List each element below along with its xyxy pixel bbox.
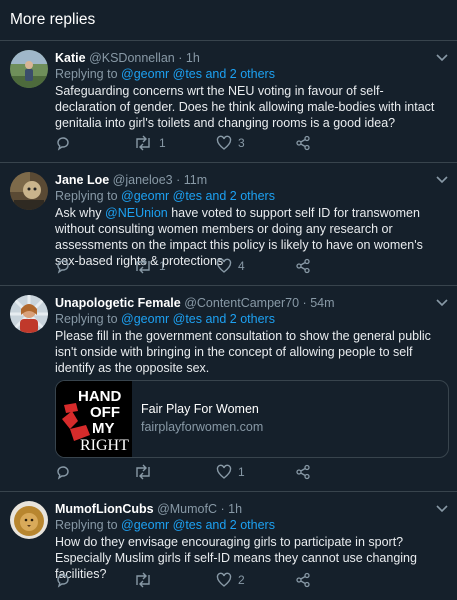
- heart-icon: [216, 464, 232, 479]
- share-icon: [296, 572, 310, 588]
- share-icon: [296, 135, 310, 151]
- replying-to-links[interactable]: @geomr @tes and 2 others: [121, 518, 275, 532]
- display-name[interactable]: Jane Loe: [55, 173, 109, 187]
- tweet-unapologetic-female[interactable]: Unapologetic Female @ContentCamper70 · 5…: [0, 286, 457, 492]
- retweet-count: 1: [159, 259, 166, 273]
- replying-to: Replying to @geomr @tes and 2 others: [55, 312, 275, 326]
- share-button[interactable]: [295, 135, 311, 151]
- timestamp[interactable]: 54m: [310, 296, 334, 310]
- reply-icon: [57, 260, 69, 274]
- link-preview-card[interactable]: HAND OFF MY RIGHT Fair Play For Women fa…: [55, 380, 449, 458]
- reply-button[interactable]: [55, 572, 71, 588]
- replying-to: Replying to @geomr @tes and 2 others: [55, 518, 275, 532]
- display-name[interactable]: Unapologetic Female: [55, 296, 181, 310]
- tweet-jane-loe[interactable]: Jane Loe @janeloe3 · 11m Replying to @ge…: [0, 163, 457, 286]
- tweet-text: Safeguarding concerns wrt the NEU voting…: [55, 84, 435, 130]
- share-button[interactable]: [295, 464, 311, 480]
- like-button[interactable]: 3: [216, 135, 245, 151]
- reply-button[interactable]: [55, 135, 71, 151]
- logo-line-4: RIGHT: [80, 437, 129, 454]
- heart-icon: [216, 258, 232, 273]
- timestamp[interactable]: 11m: [184, 173, 207, 187]
- header-title: More replies: [10, 11, 96, 28]
- heart-icon: [216, 572, 232, 587]
- replying-to-links[interactable]: @geomr @tes and 2 others: [121, 67, 275, 81]
- replying-to: Replying to @geomr @tes and 2 others: [55, 67, 275, 81]
- retweet-button[interactable]: 1: [133, 135, 166, 151]
- retweet-count: 1: [159, 136, 166, 150]
- mention-link[interactable]: @NEUnion: [105, 206, 168, 220]
- tweet-katie[interactable]: Katie @KSDonnellan · 1h Replying to @geo…: [0, 41, 457, 163]
- tweet-text: Please fill in the government consultati…: [55, 329, 431, 375]
- card-domain: fairplayforwomen.com: [141, 420, 264, 434]
- reply-icon: [57, 574, 69, 588]
- card-title: Fair Play For Women: [141, 402, 259, 416]
- like-count: 4: [238, 259, 245, 273]
- logo-line-1: HAND: [78, 388, 121, 405]
- like-button[interactable]: 1: [216, 464, 245, 480]
- heart-icon: [216, 135, 232, 150]
- like-button[interactable]: 4: [216, 258, 245, 274]
- retweet-icon: [136, 258, 150, 274]
- share-icon: [296, 464, 310, 480]
- retweet-icon: [136, 572, 150, 588]
- tweet-meta: Unapologetic Female @ContentCamper70 · 5…: [55, 296, 335, 310]
- lion-avatar[interactable]: [10, 501, 48, 539]
- logo-line-3: MY: [92, 420, 115, 437]
- retweet-icon: [136, 464, 150, 480]
- retweet-icon: [136, 135, 150, 151]
- more-replies-header: More replies: [0, 0, 457, 41]
- tweet-mumoflioncubs[interactable]: MumofLionCubs @MumofC · 1h Replying to @…: [0, 492, 457, 600]
- tweet-meta: MumofLionCubs @MumofC · 1h: [55, 502, 243, 516]
- avatar[interactable]: [10, 295, 48, 333]
- user-handle[interactable]: @ContentCamper70: [184, 296, 299, 310]
- display-name[interactable]: Katie: [55, 51, 86, 65]
- like-count: 1: [238, 465, 245, 479]
- chevron-down-icon[interactable]: [435, 504, 449, 514]
- replying-to-links[interactable]: @geomr @tes and 2 others: [121, 189, 275, 203]
- avatar[interactable]: [10, 50, 48, 88]
- retweet-button[interactable]: [133, 464, 159, 480]
- timestamp[interactable]: 1h: [186, 51, 200, 65]
- share-icon: [296, 258, 310, 274]
- timestamp[interactable]: 1h: [228, 502, 242, 516]
- chevron-down-icon[interactable]: [435, 53, 449, 63]
- like-count: 2: [238, 573, 245, 587]
- user-handle[interactable]: @MumofC: [157, 502, 217, 516]
- reply-icon: [57, 466, 69, 480]
- share-button[interactable]: [295, 258, 311, 274]
- like-button[interactable]: 2: [216, 572, 245, 588]
- tweet-meta: Katie @KSDonnellan · 1h: [55, 51, 200, 65]
- retweet-button[interactable]: 1: [133, 258, 166, 274]
- like-count: 3: [238, 136, 245, 150]
- retweet-button[interactable]: [133, 572, 159, 588]
- tweet-meta: Jane Loe @janeloe3 · 11m: [55, 173, 208, 187]
- reply-button[interactable]: [55, 464, 71, 480]
- avatar[interactable]: [10, 172, 48, 210]
- replying-to: Replying to @geomr @tes and 2 others: [55, 189, 275, 203]
- chevron-down-icon[interactable]: [435, 175, 449, 185]
- chevron-down-icon[interactable]: [435, 298, 449, 308]
- display-name[interactable]: MumofLionCubs: [55, 502, 154, 516]
- reply-button[interactable]: [55, 258, 71, 274]
- replying-to-links[interactable]: @geomr @tes and 2 others: [121, 312, 275, 326]
- user-handle[interactable]: @KSDonnellan: [89, 51, 175, 65]
- card-logo-image: HAND OFF MY RIGHT: [56, 381, 132, 457]
- reply-icon: [57, 137, 69, 151]
- share-button[interactable]: [295, 572, 311, 588]
- logo-line-2: OFF: [90, 404, 120, 421]
- user-handle[interactable]: @janeloe3: [113, 173, 173, 187]
